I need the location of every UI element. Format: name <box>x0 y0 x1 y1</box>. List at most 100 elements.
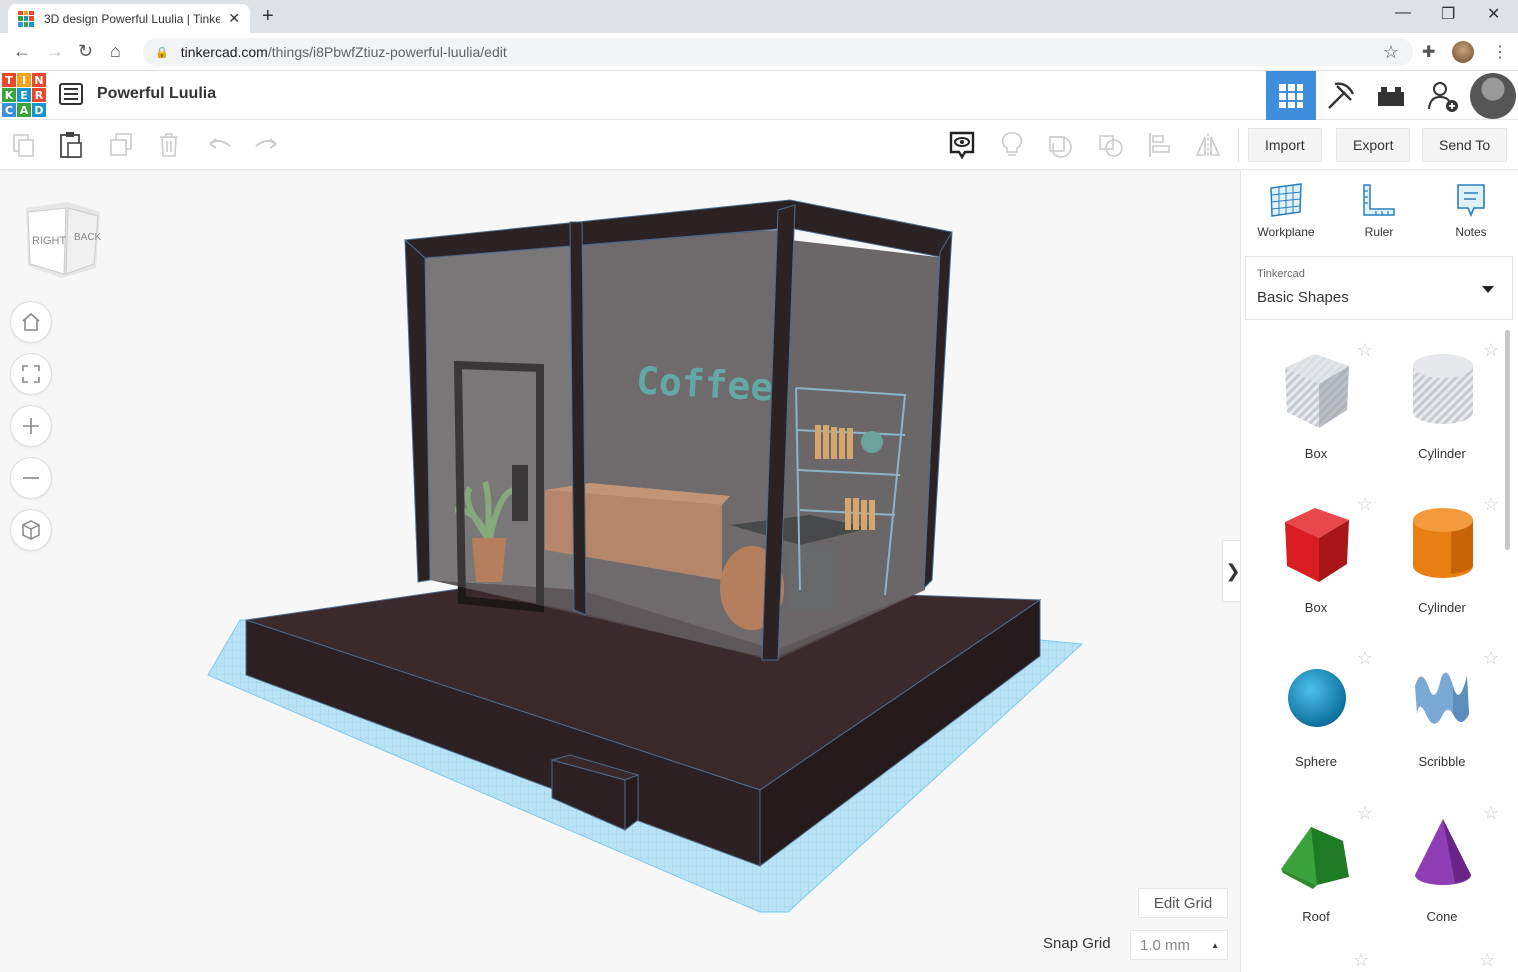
shape-box[interactable]: ☆ Box <box>1253 484 1379 634</box>
home-icon[interactable]: ⌂ <box>110 41 121 62</box>
ungroup-icon <box>1099 135 1123 157</box>
shape-label: Cylinder <box>1418 600 1466 615</box>
close-tab-icon[interactable]: ✕ <box>228 10 240 27</box>
copy-icon <box>13 134 34 157</box>
shape-label: Cylinder <box>1418 446 1466 461</box>
bricks-view-button[interactable] <box>1366 71 1416 120</box>
logo-letter: R <box>32 88 46 102</box>
maximize-icon[interactable]: ❐ <box>1441 4 1455 24</box>
mirror-button[interactable] <box>1193 130 1223 160</box>
browser-tab[interactable]: 3D design Powerful Luulia | Tinkercad ✕ <box>8 4 250 33</box>
align-button[interactable] <box>1145 130 1175 160</box>
3d-workspace[interactable]: RIGHT BACK ❯ Edit Grid Snap Grid 1.0 mm … <box>0 170 1240 972</box>
favorite-star-icon[interactable]: ☆ <box>1357 340 1373 361</box>
url-host: tinkercad.com <box>180 44 268 60</box>
brick-icon <box>1378 86 1404 106</box>
tinkercad-favicon-icon <box>18 10 34 27</box>
light-button[interactable] <box>997 130 1027 160</box>
shape-roof[interactable]: ☆ Roof <box>1253 793 1379 943</box>
ruler-label: Ruler <box>1364 225 1394 239</box>
paste-button[interactable] <box>56 130 86 160</box>
chevron-right-icon: ❯ <box>1225 560 1240 581</box>
shape-label: Sphere <box>1295 754 1337 769</box>
minimize-icon[interactable]: — <box>1395 4 1411 22</box>
logo-letter: E <box>17 88 31 102</box>
tinkercad-logo[interactable]: TIN KER CAD <box>2 73 46 117</box>
favorite-star-icon[interactable]: ☆ <box>1353 950 1369 971</box>
caret-up-icon: ▲ <box>1211 940 1219 950</box>
shape-library-select[interactable]: Tinkercad Basic Shapes <box>1245 256 1513 320</box>
ungroup-button[interactable] <box>1096 130 1126 160</box>
notes-icon <box>1457 184 1485 218</box>
panel-collapse-button[interactable]: ❯ <box>1222 540 1240 602</box>
browser-profile-avatar[interactable] <box>1452 41 1474 63</box>
lightbulb-icon <box>1001 132 1023 156</box>
favorite-star-icon[interactable]: ☆ <box>1483 648 1499 669</box>
design-title[interactable]: Powerful Luulia <box>97 85 216 103</box>
3d-scene[interactable]: Coffee <box>0 170 1240 972</box>
notes-visibility-button[interactable] <box>947 130 977 160</box>
design-menu-icon[interactable] <box>59 83 83 105</box>
browser-menu-icon[interactable]: ⋮ <box>1492 42 1508 62</box>
extensions-puzzle-icon[interactable]: ✚ <box>1422 42 1435 62</box>
align-icon <box>1149 133 1170 157</box>
workplane-label: Workplane <box>1257 225 1315 239</box>
notes-tool-button[interactable]: Notes <box>1431 182 1511 239</box>
shape-label: Scribble <box>1418 754 1466 769</box>
forward-icon[interactable]: → <box>46 41 64 62</box>
favorite-star-icon[interactable]: ☆ <box>1357 648 1373 669</box>
blocks-view-button[interactable] <box>1316 71 1366 120</box>
bookmark-star-icon[interactable]: ☆ <box>1383 42 1399 63</box>
close-window-icon[interactable]: ✕ <box>1487 4 1500 24</box>
ruler-tool-button[interactable]: Ruler <box>1339 182 1419 239</box>
panel-scrollbar[interactable] <box>1505 330 1510 550</box>
logo-letter: D <box>32 103 46 117</box>
shape-cylinder-hole[interactable]: ☆ Cylinder <box>1379 330 1505 480</box>
undo-button[interactable] <box>205 130 235 160</box>
copy-button[interactable] <box>9 130 39 160</box>
shape-scribble[interactable]: ☆ Scribble <box>1379 638 1505 788</box>
shape-sphere[interactable]: ☆ Sphere <box>1253 638 1379 788</box>
snap-grid-value: 1.0 mm <box>1140 936 1191 954</box>
delete-button[interactable] <box>154 130 184 160</box>
user-avatar[interactable] <box>1470 73 1516 119</box>
mirror-icon <box>1195 133 1221 157</box>
export-button[interactable]: Export <box>1336 128 1411 162</box>
redo-button[interactable] <box>251 130 281 160</box>
shape-cone[interactable]: ☆ Cone <box>1379 793 1505 943</box>
favorite-star-icon[interactable]: ☆ <box>1479 950 1495 971</box>
url-field[interactable]: 🔒 tinkercad.com/things/i8PbwfZtiuz-power… <box>143 38 1413 66</box>
send-to-button[interactable]: Send To <box>1422 128 1508 162</box>
logo-letter: K <box>2 88 16 102</box>
browser-tab-strip: 3D design Powerful Luulia | Tinkercad ✕ … <box>0 0 1518 33</box>
new-tab-icon[interactable]: + <box>262 5 274 28</box>
group-button[interactable] <box>1046 130 1076 160</box>
duplicate-button[interactable] <box>106 130 136 160</box>
shape-box-hole[interactable]: ☆ Box <box>1253 330 1379 480</box>
invite-user-button[interactable] <box>1418 71 1468 120</box>
favorite-star-icon[interactable]: ☆ <box>1483 340 1499 361</box>
logo-letter: T <box>2 73 16 87</box>
grid-view-icon <box>1279 83 1303 108</box>
favorite-star-icon[interactable]: ☆ <box>1483 803 1499 824</box>
snap-grid-select[interactable]: 1.0 mm ▲ <box>1130 930 1228 960</box>
favorite-star-icon[interactable]: ☆ <box>1483 494 1499 515</box>
ruler-icon <box>1363 184 1395 216</box>
reload-icon[interactable]: ↻ <box>78 41 93 62</box>
shape-cylinder[interactable]: ☆ Cylinder <box>1379 484 1505 634</box>
shape-label: Box <box>1304 600 1328 615</box>
logo-letter: I <box>17 73 31 87</box>
import-button[interactable]: Import <box>1248 128 1322 162</box>
notes-label: Notes <box>1455 225 1487 239</box>
tinkercad-header: TIN KER CAD Powerful Luulia <box>0 71 1518 120</box>
redo-icon <box>255 138 277 149</box>
tab-title: 3D design Powerful Luulia | Tinkercad <box>44 11 221 26</box>
favorite-star-icon[interactable]: ☆ <box>1357 494 1373 515</box>
edit-grid-button[interactable]: Edit Grid <box>1138 888 1228 918</box>
back-icon[interactable]: ← <box>13 41 31 62</box>
trash-icon <box>160 133 178 157</box>
favorite-star-icon[interactable]: ☆ <box>1357 803 1373 824</box>
3d-design-view-button[interactable] <box>1266 71 1316 120</box>
dropdown-arrow-icon <box>1482 286 1494 293</box>
workplane-tool-button[interactable]: Workplane <box>1246 182 1326 239</box>
